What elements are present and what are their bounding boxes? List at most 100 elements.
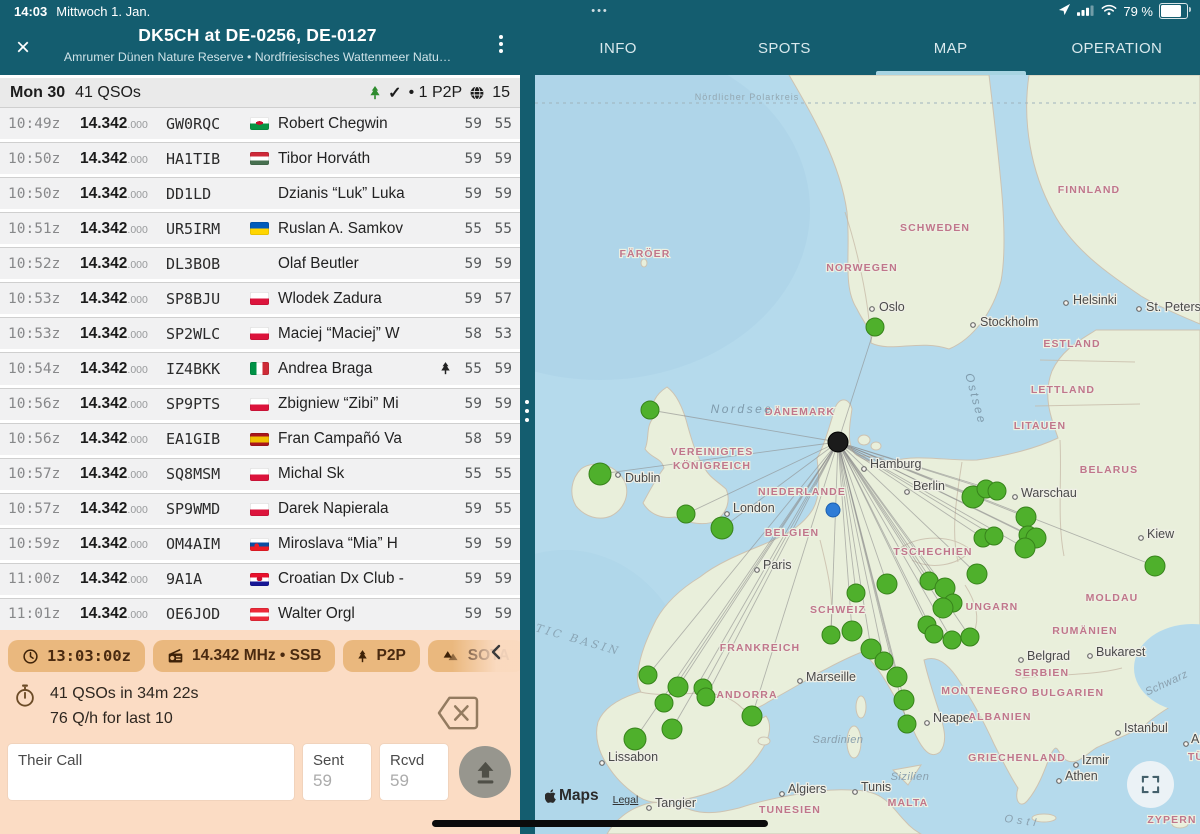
chip-p2p[interactable]: P2P [343, 640, 419, 672]
city-marker [647, 806, 652, 811]
qso-row[interactable]: 11:01z14.342.000OE6JODWalter Orgl5959 [0, 598, 520, 630]
log-qso-button[interactable] [459, 746, 511, 798]
self-spot-dot[interactable] [826, 503, 840, 517]
station-dot[interactable] [828, 432, 848, 452]
flag-poland-icon [250, 468, 269, 481]
flag-wales-icon [250, 117, 269, 130]
qso-row[interactable]: 10:56z14.342.000SP9PTSZbigniew “Zibi” Mi… [0, 388, 520, 420]
rst-sent-field[interactable]: Sent [303, 744, 371, 800]
sent-input[interactable] [313, 769, 361, 791]
city-label: Stockholm [980, 315, 1038, 329]
drag-handle-icon[interactable] [525, 400, 529, 422]
chip-label: 14.342 MHz • SSB [192, 647, 321, 665]
qso-rst-sent: 59 [457, 151, 482, 167]
qso-row[interactable]: 11:00z14.342.0009A1ACroatian Dx Club -59… [0, 563, 520, 595]
qso-station-dot[interactable] [697, 688, 715, 706]
qso-station-dot[interactable] [967, 564, 987, 584]
multitask-dots-icon[interactable]: ••• [0, 5, 1200, 17]
qso-row[interactable]: 10:50z14.342.000DD1LDDzianis “Luk” Luka5… [0, 177, 520, 209]
qso-station-dot[interactable] [985, 527, 1003, 545]
chevron-left-icon[interactable] [490, 644, 502, 665]
map-label: SCHWEIZ [810, 604, 866, 616]
qso-row[interactable]: 10:53z14.342.000SP8BJUWlodek Zadura5957 [0, 282, 520, 314]
qso-row[interactable]: 10:57z14.342.000SQ8MSMMichal Sk5555 [0, 458, 520, 490]
qso-row[interactable]: 10:57z14.342.000SP9WMDDarek Napierala595… [0, 493, 520, 525]
qso-station-dot[interactable] [1016, 507, 1036, 527]
qso-station-dot[interactable] [961, 628, 979, 646]
qso-station-dot[interactable] [898, 715, 916, 733]
qso-station-dot[interactable] [711, 517, 733, 539]
qso-station-dot[interactable] [988, 482, 1006, 500]
qso-operator-name: Darek Napierala [278, 500, 457, 518]
qso-station-dot[interactable] [589, 463, 611, 485]
qso-row[interactable]: 10:56z14.342.000EA1GIBFran Campañó Va585… [0, 423, 520, 455]
tree-icon [357, 650, 368, 663]
fullscreen-button[interactable] [1127, 761, 1174, 808]
summary-dx-count: 15 [492, 84, 510, 102]
chip-sota[interactable]: SOTA [428, 640, 520, 672]
panel-divider[interactable] [520, 75, 535, 834]
rst-rcvd-field[interactable]: Rcvd [380, 744, 448, 800]
home-indicator[interactable] [432, 820, 768, 827]
qso-station-dot[interactable] [1145, 556, 1165, 576]
qso-station-dot[interactable] [842, 621, 862, 641]
map-label: RUMÄNIEN [1052, 624, 1117, 637]
log-summary-bar[interactable]: Mon 30 41 QSOs ✓ • 1 P2P 15 [0, 75, 520, 107]
qso-row[interactable]: 10:54z14.342.000IZ4BKKAndrea Braga5559 [0, 352, 520, 384]
their-call-label: Their Call [18, 752, 284, 769]
qso-rst-rcvd: 59 [487, 186, 512, 202]
qso-row[interactable]: 10:50z14.342.000HA1TIBTibor Horváth5959 [0, 142, 520, 174]
qso-station-dot[interactable] [639, 666, 657, 684]
qso-station-dot[interactable] [1015, 538, 1035, 558]
qso-station-dot[interactable] [925, 625, 943, 643]
qso-station-dot[interactable] [677, 505, 695, 523]
qso-rst-sent: 59 [457, 571, 482, 587]
chip-14-342-mhz-ssb[interactable]: 14.342 MHz • SSB [153, 640, 335, 672]
qso-rst-rcvd: 59 [487, 361, 512, 377]
qso-station-dot[interactable] [943, 631, 961, 649]
qso-station-dot[interactable] [668, 677, 688, 697]
flag-poland-icon [250, 292, 269, 305]
qso-station-dot[interactable] [933, 598, 953, 618]
chip-13-03-00z[interactable]: 13:03:00z [8, 640, 145, 672]
qso-station-dot[interactable] [877, 574, 897, 594]
qso-station-dot[interactable] [655, 694, 673, 712]
tab-spots[interactable]: SPOTS [701, 22, 867, 75]
qso-station-dot[interactable] [742, 706, 762, 726]
qso-station-dot[interactable] [624, 728, 646, 750]
kebab-menu-icon[interactable] [499, 35, 503, 53]
qso-row[interactable]: 10:59z14.342.000OM4AIMMiroslava “Mia” H5… [0, 528, 520, 560]
close-icon[interactable]: × [16, 36, 30, 60]
qso-station-dot[interactable] [847, 584, 865, 602]
qso-station-dot[interactable] [662, 719, 682, 739]
sent-label: Sent [313, 752, 361, 769]
legal-link[interactable]: Legal [613, 794, 639, 806]
rcvd-input[interactable] [390, 769, 438, 791]
chips-row: 13:03:00z 14.342 MHz • SSB P2P SOTA [0, 640, 520, 674]
qso-row[interactable]: 10:53z14.342.000SP2WLCMaciej “Maciej” W5… [0, 317, 520, 349]
qso-station-dot[interactable] [822, 626, 840, 644]
qso-station-dot[interactable] [875, 652, 893, 670]
tab-operation[interactable]: OPERATION [1034, 22, 1200, 75]
qso-rst-rcvd: 53 [487, 326, 512, 342]
qso-station-dot[interactable] [894, 690, 914, 710]
tab-info[interactable]: INFO [535, 22, 701, 75]
qso-station-dot[interactable] [866, 318, 884, 336]
map-panel[interactable]: OsloHelsinkiSt. PetersbStockholmDublinHa… [535, 75, 1200, 834]
tab-map[interactable]: MAP [868, 22, 1034, 75]
their-call-field[interactable]: Their Call [8, 744, 294, 800]
city-marker [1139, 536, 1144, 541]
backspace-button[interactable] [436, 694, 480, 737]
qso-row[interactable]: 10:49z14.342.000GW0RQCRobert Chegwin5955 [0, 107, 520, 139]
city-marker [798, 679, 803, 684]
qso-row[interactable]: 10:52z14.342.000DL3BOBOlaf Beutler5959 [0, 247, 520, 279]
qso-frequency: 14.342.000 [80, 535, 166, 553]
flag-ukraine-icon [250, 222, 269, 235]
europe-map[interactable]: OsloHelsinkiSt. PetersbStockholmDublinHa… [535, 75, 1200, 834]
qso-station-dot[interactable] [641, 401, 659, 419]
qso-row[interactable]: 10:51z14.342.000UR5IRMRuslan A. Samkov55… [0, 212, 520, 244]
maps-wordmark: Maps [559, 787, 599, 805]
qso-station-dot[interactable] [887, 667, 907, 687]
city-label: Ank [1191, 732, 1200, 746]
their-call-input[interactable] [18, 769, 284, 791]
